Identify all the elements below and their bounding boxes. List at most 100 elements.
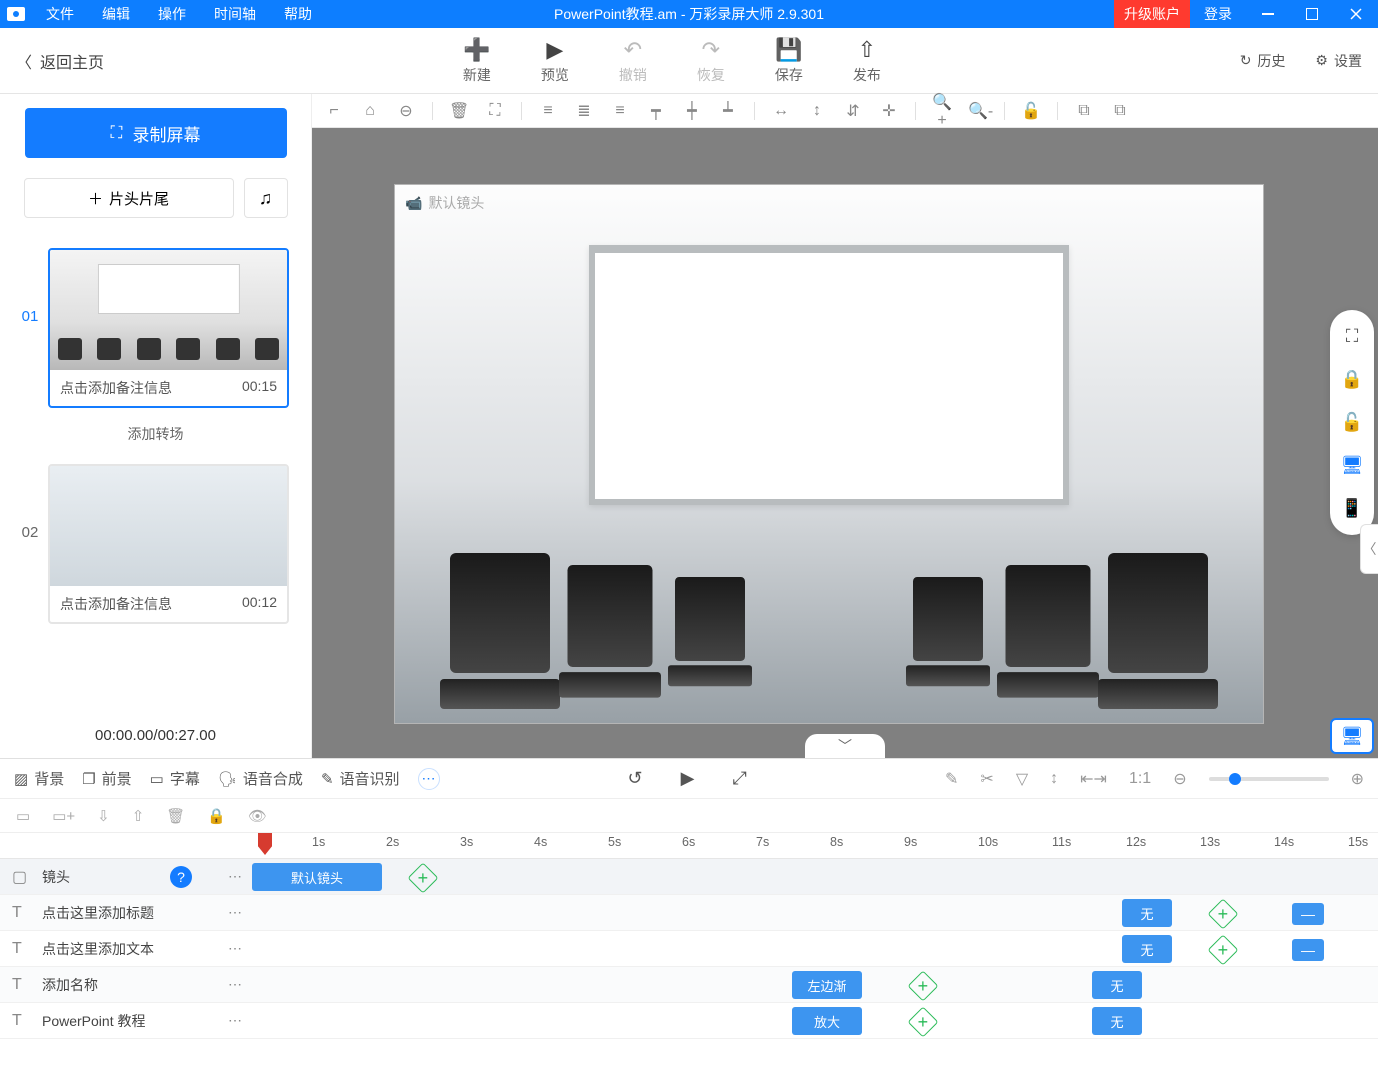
publish-button[interactable]: ⇧发布 [853, 37, 881, 85]
undo-button[interactable]: ↶撤销 [619, 37, 647, 85]
home-icon[interactable]: ⌂ [360, 102, 380, 120]
menu-file[interactable]: 文件 [32, 4, 88, 24]
mobile-view-icon[interactable]: 📱 [1341, 498, 1363, 519]
track-name[interactable]: 镜头 [42, 867, 70, 887]
end-marker[interactable]: — [1292, 939, 1324, 961]
timeline-clip[interactable]: 左边渐 [792, 971, 862, 999]
timeline-clip[interactable]: 放大 [792, 1007, 862, 1035]
add-keyframe-icon[interactable]: + [907, 1006, 938, 1037]
folder-add-icon[interactable]: ▭+ [52, 807, 75, 825]
sort-icon[interactable]: ↕ [1050, 770, 1058, 788]
track-name[interactable]: PowerPoint 教程 [42, 1011, 145, 1031]
stage-preview[interactable]: 📹 默认镜头 [394, 184, 1264, 724]
distribute-h-icon[interactable]: ↔ [771, 102, 791, 120]
timeline-clip[interactable]: 默认镜头 [252, 863, 382, 891]
valign-bottom-icon[interactable]: ┷ [718, 101, 738, 121]
playhead[interactable] [258, 833, 272, 855]
track-name[interactable]: 添加名称 [42, 975, 98, 995]
corner-icon[interactable]: ⌐ [324, 102, 344, 120]
add-keyframe-icon[interactable]: + [407, 862, 438, 893]
menu-timeline[interactable]: 时间轴 [200, 4, 270, 24]
track-lane[interactable]: 无 + — [252, 931, 1378, 966]
focus-icon[interactable]: ⛶ [485, 102, 505, 120]
track-lane[interactable]: 无 + — [252, 895, 1378, 930]
tab-subtitle[interactable]: ▭字幕 [150, 768, 200, 789]
track-lane[interactable]: 默认镜头 + [252, 859, 1378, 894]
slide-thumbnail-2[interactable]: 点击添加备注信息 00:12 [48, 464, 289, 624]
slide-note[interactable]: 点击添加备注信息 [60, 594, 172, 614]
download-icon[interactable]: ⇩ [97, 807, 110, 825]
add-transition-button[interactable]: 添加转场 [0, 420, 311, 458]
add-keyframe-icon[interactable]: + [1207, 934, 1238, 965]
paste-icon[interactable]: ⧉ [1110, 102, 1130, 120]
timeline-clip[interactable]: 无 [1122, 935, 1172, 963]
lock-closed-icon[interactable]: 🔒 [1341, 369, 1363, 390]
lock-open-icon[interactable]: 🔓 [1341, 412, 1363, 433]
more-tabs-button[interactable]: ⋯ [418, 768, 440, 790]
help-icon[interactable]: ? [170, 866, 192, 888]
play-icon[interactable]: ▶ [681, 768, 695, 789]
close-button[interactable] [1334, 0, 1378, 28]
filter-icon[interactable]: ▽ [1016, 769, 1028, 789]
panel-collapse-toggle[interactable]: 〈 [1360, 524, 1378, 574]
track-lane[interactable]: 左边渐无+ [252, 967, 1378, 1002]
zoom-out-timeline[interactable]: ⊖ [1173, 769, 1186, 789]
history-button[interactable]: ↻历史 [1240, 51, 1286, 71]
minimize-button[interactable] [1246, 0, 1290, 28]
align-left-icon[interactable]: ≡ [538, 102, 558, 120]
zoom-slider[interactable] [1209, 777, 1329, 781]
tab-foreground[interactable]: ❐前景 [82, 768, 131, 789]
new-button[interactable]: ➕新建 [463, 37, 491, 85]
track-name[interactable]: 点击这里添加标题 [42, 903, 154, 923]
timeline-clip[interactable]: 无 [1092, 971, 1142, 999]
cut-icon[interactable]: ✂ [980, 769, 993, 789]
expand-icon[interactable]: ⤢ [732, 768, 746, 789]
login-button[interactable]: 登录 [1190, 4, 1246, 24]
fit-icon[interactable]: ⇤⇥ [1080, 769, 1107, 789]
trash-track-icon[interactable]: 🗑 [166, 807, 185, 825]
desktop-view-icon[interactable]: 🖥 [1341, 455, 1364, 476]
rewind-icon[interactable]: ↺ [628, 768, 643, 789]
slide-note[interactable]: 点击添加备注信息 [60, 378, 172, 398]
track-menu-icon[interactable]: ⋯ [228, 940, 242, 957]
slide-thumbnail-1[interactable]: 点击添加备注信息 00:15 [48, 248, 289, 408]
maximize-button[interactable] [1290, 0, 1334, 28]
zoom-in-icon[interactable]: 🔍+ [932, 92, 952, 130]
valign-top-icon[interactable]: ┯ [646, 101, 666, 121]
upgrade-account-button[interactable]: 升级账户 [1114, 0, 1190, 28]
zoom-out-icon[interactable]: 🔍- [968, 101, 988, 121]
timeline-clip[interactable]: 无 [1092, 1007, 1142, 1035]
menu-action[interactable]: 操作 [144, 4, 200, 24]
preview-button[interactable]: ▶预览 [541, 37, 569, 85]
lock-track-icon[interactable]: 🔒 [207, 807, 226, 825]
record-screen-button[interactable]: ⛶ 录制屏幕 [25, 108, 287, 158]
timeline-clip[interactable]: 无 [1122, 899, 1172, 927]
tab-asr[interactable]: ✎语音识别 [321, 768, 400, 789]
tab-background[interactable]: ▨背景 [14, 768, 64, 789]
flip-icon[interactable]: ⇵ [843, 101, 863, 121]
redo-button[interactable]: ↷恢复 [697, 37, 725, 85]
align-right-icon[interactable]: ≡ [610, 102, 630, 120]
tab-tts[interactable]: 🗣语音合成 [218, 768, 303, 789]
menu-help[interactable]: 帮助 [270, 4, 326, 24]
track-menu-icon[interactable]: ⋯ [228, 1012, 242, 1029]
track-name[interactable]: 点击这里添加文本 [42, 939, 154, 959]
valign-mid-icon[interactable]: ┿ [682, 101, 702, 121]
fullscreen-icon[interactable]: ⛶ [1346, 326, 1359, 347]
ratio-icon[interactable]: 1:1 [1129, 770, 1151, 788]
settings-button[interactable]: ⚙设置 [1315, 51, 1362, 71]
copy-icon[interactable]: ⧉ [1074, 102, 1094, 120]
eye-icon[interactable]: 👁 [248, 807, 267, 825]
folder-icon[interactable]: ▭ [16, 807, 30, 825]
intro-outro-button[interactable]: ＋片头片尾 [24, 178, 234, 218]
end-marker[interactable]: — [1292, 903, 1324, 925]
back-home-button[interactable]: 〈 返回主页 [16, 49, 104, 73]
track-lane[interactable]: 放大 无 + [252, 1003, 1378, 1038]
track-menu-icon[interactable]: ⋯ [228, 868, 242, 885]
save-button[interactable]: 💾保存 [775, 37, 803, 85]
minimap-icon[interactable]: 🖥 [1330, 718, 1374, 754]
track-menu-icon[interactable]: ⋯ [228, 904, 242, 921]
add-keyframe-icon[interactable]: + [1207, 898, 1238, 929]
center-icon[interactable]: ✛ [879, 101, 899, 121]
edit-icon[interactable]: ✎ [945, 769, 958, 789]
